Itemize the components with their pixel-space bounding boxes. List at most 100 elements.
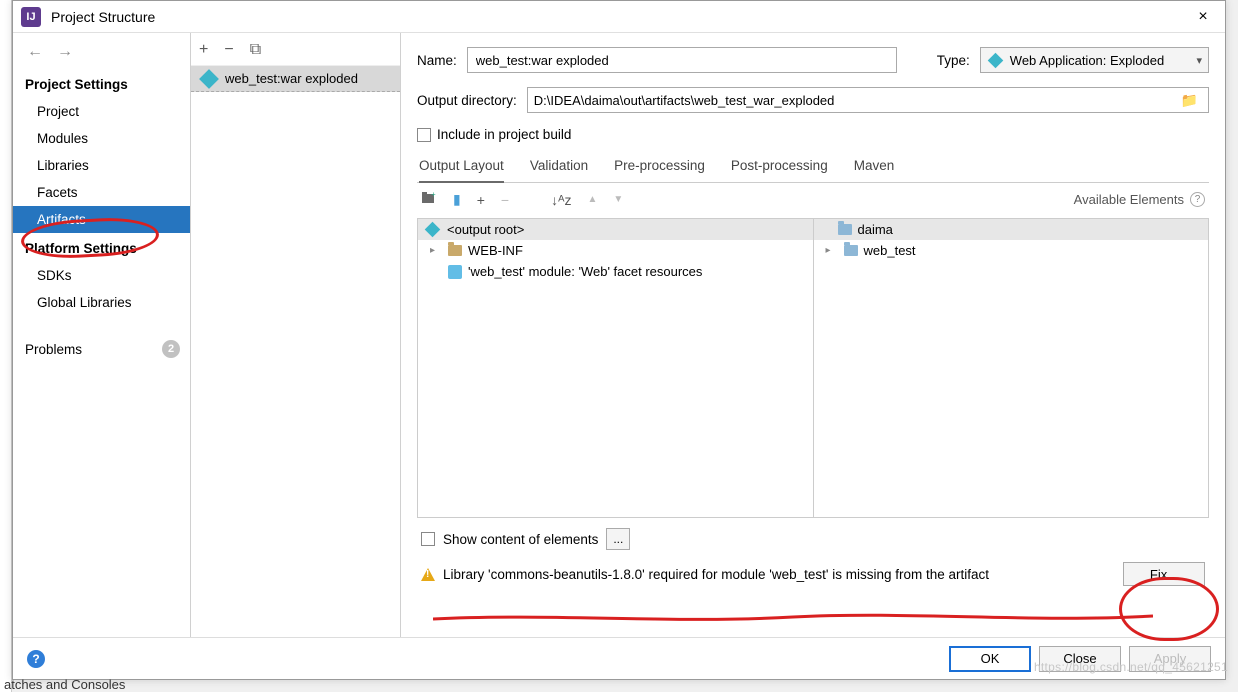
output-dir-row: Output directory: D:\IDEA\daima\out\arti… [417,87,1209,113]
tab-pre-processing[interactable]: Pre-processing [614,152,705,182]
help-icon[interactable]: ? [1190,192,1205,207]
artifact-tabs: Output Layout Validation Pre-processing … [417,152,1209,183]
name-input[interactable] [467,47,897,73]
output-dir-input[interactable]: D:\IDEA\daima\out\artifacts\web_test_war… [527,87,1209,113]
fix-button[interactable]: Fix... [1123,562,1205,586]
output-dir-value: D:\IDEA\daima\out\artifacts\web_test_war… [534,93,1177,108]
problems-count-badge: 2 [162,340,180,358]
output-tree-body[interactable]: ▸ WEB-INF 'web_test' module: 'Web' facet… [418,240,813,517]
available-root-row[interactable]: daima [814,219,1209,240]
output-root-icon [425,222,441,238]
tab-post-processing[interactable]: Post-processing [731,152,828,182]
output-root-label: <output root> [447,222,524,237]
dialog-help-icon[interactable]: ? [27,650,45,668]
folder-icon [448,245,462,256]
window-title: Project Structure [51,9,1189,25]
project-settings-header: Project Settings [13,69,190,98]
remove-artifact-icon[interactable]: − [224,41,233,59]
forward-arrow-icon[interactable]: → [57,43,73,61]
sidebar-item-problems[interactable]: Problems 2 [13,334,190,364]
dialog-body: ← → Project Settings Project Modules Lib… [13,33,1225,637]
available-elements-header: Available Elements ? [1074,192,1205,207]
output-layout-toolbar: + ▮ + − ↓ᴬᴢ ▲ ▼ Available Elements ? [417,183,1209,216]
sidebar-item-artifacts[interactable]: Artifacts [13,206,190,233]
close-button[interactable]: Close [1039,646,1121,672]
artifact-label: web_test:war exploded [225,71,358,86]
sidebar-history-nav: ← → [13,37,190,69]
name-row: Name: Type: Web Application: Exploded ▾ [417,47,1209,73]
copy-artifact-icon[interactable]: ⧉ [250,41,261,59]
sidebar-item-global-libraries[interactable]: Global Libraries [13,289,190,316]
ok-button[interactable]: OK [949,646,1031,672]
webinf-label: WEB-INF [468,243,523,258]
type-label: Type: [937,53,970,68]
chevron-down-icon: ▾ [1196,54,1202,67]
warning-row: Library 'commons-beanutils-1.8.0' requir… [417,556,1209,598]
name-label: Name: [417,53,457,68]
create-directory-icon[interactable]: + [421,191,437,208]
webtest-module-node[interactable]: ▸ web_test [814,240,1209,261]
show-content-options-button[interactable]: ... [606,528,630,550]
sidebar-item-project[interactable]: Project [13,98,190,125]
show-content-label: Show content of elements [443,532,598,547]
dialog-button-bar: ? OK Close Apply [13,637,1225,679]
sort-icon[interactable]: ↓ᴬᴢ [551,192,571,208]
artifact-details-panel: Name: Type: Web Application: Exploded ▾ … [401,33,1225,637]
artifacts-toolbar: + − ⧉ [191,33,400,66]
output-root-tree: <output root> ▸ WEB-INF 'web_test' modul… [418,219,814,517]
web-facet-icon [448,265,462,279]
ide-bottom-fragment: atches and Consoles [4,677,125,692]
facet-resources-node[interactable]: 'web_test' module: 'Web' facet resources [418,261,813,282]
show-content-row: Show content of elements ... [417,518,1209,556]
create-archive-icon[interactable]: ▮ [453,191,461,208]
include-in-build-row[interactable]: Include in project build [417,127,1209,142]
back-arrow-icon[interactable]: ← [27,43,43,61]
sidebar-item-facets[interactable]: Facets [13,179,190,206]
project-structure-dialog: IJ Project Structure × ← → Project Setti… [12,0,1226,680]
tab-maven[interactable]: Maven [854,152,895,182]
sidebar-item-sdks[interactable]: SDKs [13,262,190,289]
include-checkbox[interactable] [417,128,431,142]
problems-label: Problems [25,342,82,357]
facet-label: 'web_test' module: 'Web' facet resources [468,264,702,279]
tab-validation[interactable]: Validation [530,152,588,182]
platform-settings-header: Platform Settings [13,233,190,262]
svg-text:+: + [431,191,436,199]
available-elements-tree: daima ▸ web_test [814,219,1209,517]
show-content-checkbox[interactable] [421,532,435,546]
sidebar-nav-panel: ← → Project Settings Project Modules Lib… [13,33,191,637]
move-up-icon[interactable]: ▲ [587,194,597,205]
available-elements-label: Available Elements [1074,192,1184,207]
tab-output-layout[interactable]: Output Layout [419,152,504,183]
sidebar-item-libraries[interactable]: Libraries [13,152,190,179]
output-dir-label: Output directory: [417,93,517,108]
project-folder-icon [838,224,852,235]
type-select[interactable]: Web Application: Exploded ▾ [980,47,1209,73]
background-ide-fragment [0,0,12,692]
expand-icon[interactable]: ▸ [826,245,838,256]
web-app-icon [988,52,1004,68]
apply-button[interactable]: Apply [1129,646,1211,672]
webinf-node[interactable]: ▸ WEB-INF [418,240,813,261]
close-icon[interactable]: × [1189,3,1217,31]
add-artifact-icon[interactable]: + [199,41,208,59]
warning-text: Library 'commons-beanutils-1.8.0' requir… [443,567,989,582]
move-down-icon[interactable]: ▼ [613,194,623,205]
warning-icon [421,568,435,581]
sidebar-item-modules[interactable]: Modules [13,125,190,152]
module-folder-icon [844,245,858,256]
artifact-list-item[interactable]: web_test:war exploded [191,66,400,92]
type-value: Web Application: Exploded [1010,53,1164,68]
output-layout-split: <output root> ▸ WEB-INF 'web_test' modul… [417,218,1209,518]
browse-folder-icon[interactable]: 📁 [1177,92,1202,109]
add-copy-icon[interactable]: + [477,192,485,208]
intellij-icon: IJ [21,7,41,27]
output-root-row[interactable]: <output root> [418,219,813,240]
expand-icon[interactable]: ▸ [430,245,442,256]
artifacts-list-panel: + − ⧉ web_test:war exploded [191,33,401,637]
titlebar: IJ Project Structure × [13,1,1225,33]
available-tree-body[interactable]: ▸ web_test [814,240,1209,517]
remove-item-icon[interactable]: − [501,192,509,208]
webtest-label: web_test [864,243,916,258]
artifact-icon [199,69,219,89]
